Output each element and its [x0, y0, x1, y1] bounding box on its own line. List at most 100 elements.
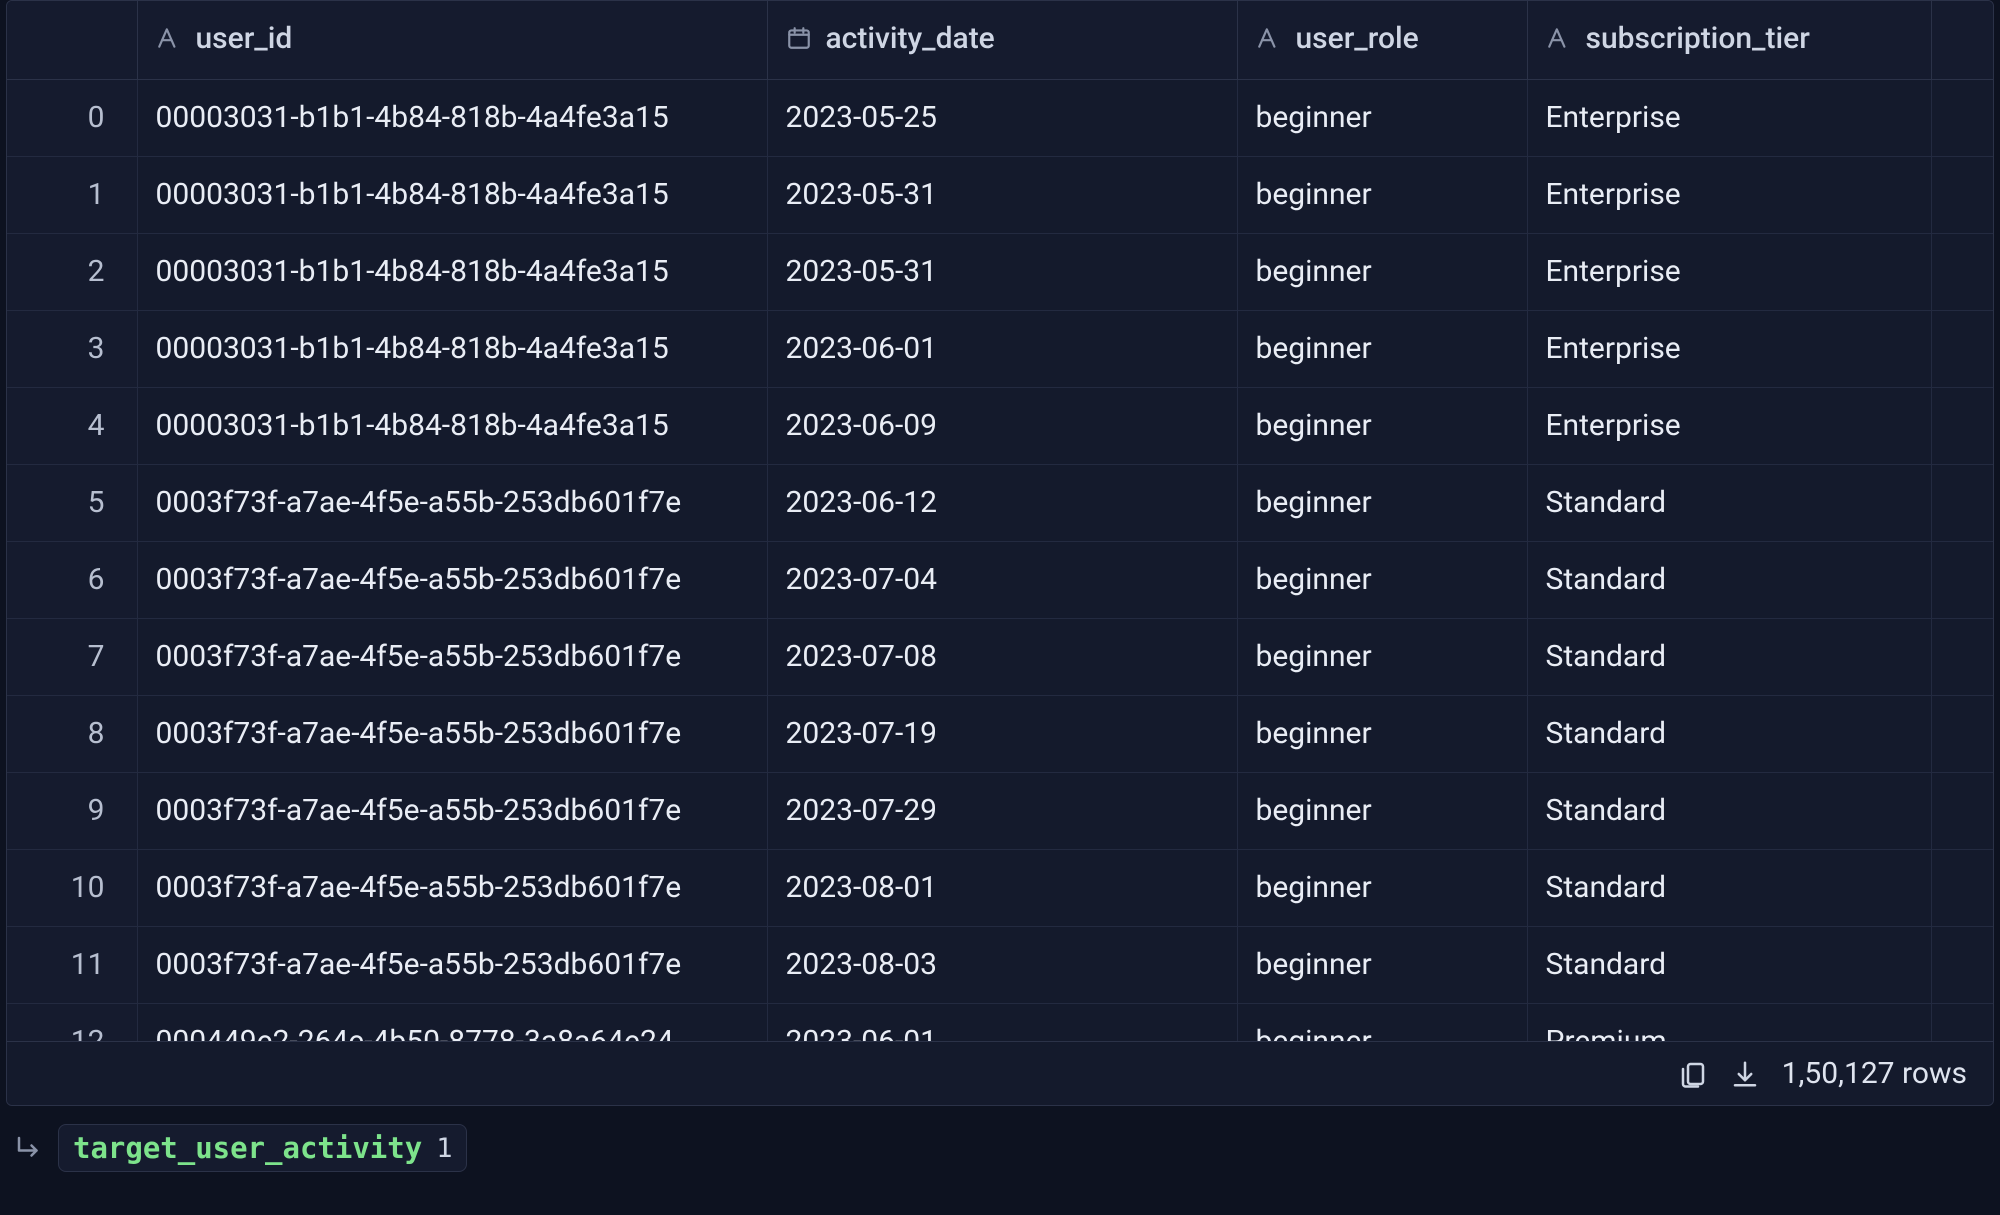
cell-subscription-tier[interactable]: Premium: [1527, 1003, 1931, 1041]
cell-activity-date[interactable]: 2023-06-01: [767, 1003, 1237, 1041]
cell-user-id[interactable]: 000449e2-264e-4b50-8778-3a8a64e24: [137, 1003, 767, 1041]
cell-activity-date[interactable]: 2023-07-04: [767, 541, 1237, 618]
column-header-activity-date[interactable]: activity_date: [767, 1, 1237, 79]
row-index-cell[interactable]: 9: [7, 772, 137, 849]
cell-user-id[interactable]: 0003f73f-a7ae-4f5e-a55b-253db601f7e: [137, 618, 767, 695]
cell-subscription-tier[interactable]: Standard: [1527, 926, 1931, 1003]
cell-activity-date[interactable]: 2023-08-01: [767, 849, 1237, 926]
cell-user-role[interactable]: beginner: [1237, 387, 1527, 464]
cell-subscription-tier[interactable]: Enterprise: [1527, 310, 1931, 387]
cell-subscription-tier[interactable]: Standard: [1527, 541, 1931, 618]
cell-extra: [1931, 541, 1993, 618]
row-index-cell[interactable]: 7: [7, 618, 137, 695]
table-row[interactable]: 300003031-b1b1-4b84-818b-4a4fe3a152023-0…: [7, 310, 1993, 387]
cell-user-id[interactable]: 00003031-b1b1-4b84-818b-4a4fe3a15: [137, 310, 767, 387]
cell-subscription-tier[interactable]: Standard: [1527, 772, 1931, 849]
cell-subscription-tier[interactable]: Enterprise: [1527, 387, 1931, 464]
cell-user-id[interactable]: 00003031-b1b1-4b84-818b-4a4fe3a15: [137, 79, 767, 156]
data-table-scroll: user_id activity_date: [7, 1, 1993, 1041]
cell-activity-date[interactable]: 2023-07-29: [767, 772, 1237, 849]
row-index-cell[interactable]: 1: [7, 156, 137, 233]
cell-extra: [1931, 618, 1993, 695]
column-header-user-role[interactable]: user_role: [1237, 1, 1527, 79]
cell-user-role[interactable]: beginner: [1237, 79, 1527, 156]
row-index-cell[interactable]: 5: [7, 464, 137, 541]
cell-user-role[interactable]: beginner: [1237, 695, 1527, 772]
cell-subscription-tier[interactable]: Standard: [1527, 618, 1931, 695]
row-index-cell[interactable]: 11: [7, 926, 137, 1003]
table-row[interactable]: 200003031-b1b1-4b84-818b-4a4fe3a152023-0…: [7, 233, 1993, 310]
row-index-cell[interactable]: 0: [7, 79, 137, 156]
cell-activity-date[interactable]: 2023-05-31: [767, 233, 1237, 310]
column-header-user-id[interactable]: user_id: [137, 1, 767, 79]
row-index-cell[interactable]: 6: [7, 541, 137, 618]
table-row[interactable]: 400003031-b1b1-4b84-818b-4a4fe3a152023-0…: [7, 387, 1993, 464]
cell-activity-date[interactable]: 2023-06-09: [767, 387, 1237, 464]
cell-subscription-tier[interactable]: Standard: [1527, 695, 1931, 772]
column-header-subscription-tier[interactable]: subscription_tier: [1527, 1, 1931, 79]
cell-user-role[interactable]: beginner: [1237, 156, 1527, 233]
cell-user-role[interactable]: beginner: [1237, 772, 1527, 849]
cell-user-role[interactable]: beginner: [1237, 541, 1527, 618]
table-row[interactable]: 70003f73f-a7ae-4f5e-a55b-253db601f7e2023…: [7, 618, 1993, 695]
cell-user-role[interactable]: beginner: [1237, 464, 1527, 541]
variable-chip[interactable]: target_user_activity 1: [58, 1124, 467, 1172]
row-index-cell[interactable]: 10: [7, 849, 137, 926]
cell-activity-date[interactable]: 2023-07-19: [767, 695, 1237, 772]
column-header-extra[interactable]: [1931, 1, 1993, 79]
table-row[interactable]: 60003f73f-a7ae-4f5e-a55b-253db601f7e2023…: [7, 541, 1993, 618]
cell-extra: [1931, 849, 1993, 926]
row-index-cell[interactable]: 4: [7, 387, 137, 464]
cell-user-id[interactable]: 0003f73f-a7ae-4f5e-a55b-253db601f7e: [137, 464, 767, 541]
table-row[interactable]: 000003031-b1b1-4b84-818b-4a4fe3a152023-0…: [7, 79, 1993, 156]
cell-activity-date[interactable]: 2023-06-12: [767, 464, 1237, 541]
cell-user-id[interactable]: 0003f73f-a7ae-4f5e-a55b-253db601f7e: [137, 541, 767, 618]
table-header-row: user_id activity_date: [7, 1, 1993, 79]
table-row[interactable]: 100003f73f-a7ae-4f5e-a55b-253db601f7e202…: [7, 849, 1993, 926]
cell-user-id[interactable]: 0003f73f-a7ae-4f5e-a55b-253db601f7e: [137, 695, 767, 772]
cell-user-role[interactable]: beginner: [1237, 926, 1527, 1003]
row-index-cell[interactable]: 2: [7, 233, 137, 310]
cell-user-role[interactable]: beginner: [1237, 618, 1527, 695]
cell-user-role[interactable]: beginner: [1237, 849, 1527, 926]
row-index-cell[interactable]: 8: [7, 695, 137, 772]
column-label: user_id: [196, 21, 293, 56]
table-row[interactable]: 90003f73f-a7ae-4f5e-a55b-253db601f7e2023…: [7, 772, 1993, 849]
copy-button[interactable]: [1678, 1059, 1708, 1089]
row-index-cell[interactable]: 3: [7, 310, 137, 387]
table-row[interactable]: 80003f73f-a7ae-4f5e-a55b-253db601f7e2023…: [7, 695, 1993, 772]
cell-subscription-tier[interactable]: Standard: [1527, 849, 1931, 926]
cell-user-role[interactable]: beginner: [1237, 310, 1527, 387]
cell-activity-date[interactable]: 2023-06-01: [767, 310, 1237, 387]
cell-extra: [1931, 1003, 1993, 1041]
cell-subscription-tier[interactable]: Enterprise: [1527, 156, 1931, 233]
string-type-icon: [1256, 25, 1282, 51]
cell-extra: [1931, 233, 1993, 310]
cell-user-id[interactable]: 0003f73f-a7ae-4f5e-a55b-253db601f7e: [137, 926, 767, 1003]
cell-subscription-tier[interactable]: Enterprise: [1527, 79, 1931, 156]
cell-user-id[interactable]: 0003f73f-a7ae-4f5e-a55b-253db601f7e: [137, 772, 767, 849]
download-button[interactable]: [1730, 1059, 1760, 1089]
cell-activity-date[interactable]: 2023-08-03: [767, 926, 1237, 1003]
cell-activity-date[interactable]: 2023-05-31: [767, 156, 1237, 233]
cell-user-id[interactable]: 0003f73f-a7ae-4f5e-a55b-253db601f7e: [137, 849, 767, 926]
table-row[interactable]: 12000449e2-264e-4b50-8778-3a8a64e242023-…: [7, 1003, 1993, 1041]
table-row[interactable]: 50003f73f-a7ae-4f5e-a55b-253db601f7e2023…: [7, 464, 1993, 541]
cell-user-id[interactable]: 00003031-b1b1-4b84-818b-4a4fe3a15: [137, 233, 767, 310]
cell-user-role[interactable]: beginner: [1237, 1003, 1527, 1041]
cell-subscription-tier[interactable]: Enterprise: [1527, 233, 1931, 310]
row-index-cell[interactable]: 12: [7, 1003, 137, 1041]
cell-user-id[interactable]: 00003031-b1b1-4b84-818b-4a4fe3a15: [137, 156, 767, 233]
variable-line: target_user_activity 1: [0, 1106, 2000, 1172]
column-label: activity_date: [826, 21, 995, 56]
table-row[interactable]: 110003f73f-a7ae-4f5e-a55b-253db601f7e202…: [7, 926, 1993, 1003]
cell-extra: [1931, 926, 1993, 1003]
row-index-header[interactable]: [7, 1, 137, 79]
table-row[interactable]: 100003031-b1b1-4b84-818b-4a4fe3a152023-0…: [7, 156, 1993, 233]
cell-user-id[interactable]: 00003031-b1b1-4b84-818b-4a4fe3a15: [137, 387, 767, 464]
string-type-icon: [156, 25, 182, 51]
cell-activity-date[interactable]: 2023-07-08: [767, 618, 1237, 695]
cell-subscription-tier[interactable]: Standard: [1527, 464, 1931, 541]
cell-activity-date[interactable]: 2023-05-25: [767, 79, 1237, 156]
cell-user-role[interactable]: beginner: [1237, 233, 1527, 310]
